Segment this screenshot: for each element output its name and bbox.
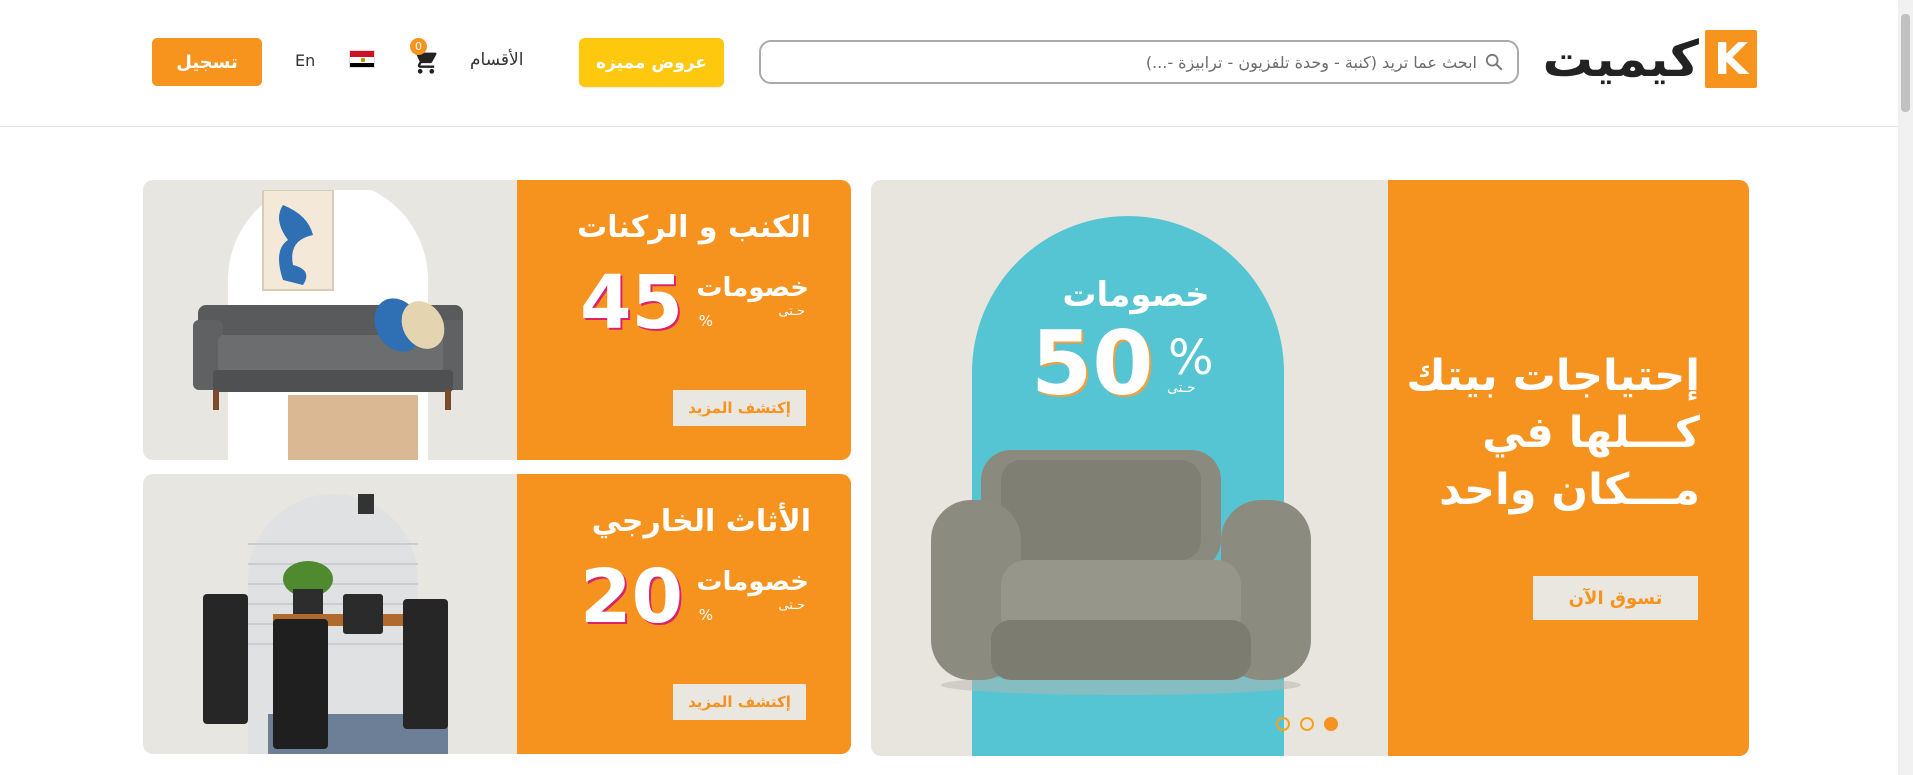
outdoor-dining-set-image bbox=[203, 494, 448, 754]
card-percent-symbol: % bbox=[698, 606, 713, 624]
carousel-dot-2[interactable] bbox=[1300, 717, 1314, 731]
scrollbar-thumb[interactable] bbox=[1901, 14, 1910, 112]
cart-count-badge: 0 bbox=[410, 38, 427, 55]
hero-title-line-2: كـــلها في bbox=[1482, 408, 1700, 458]
hero-title-line-3: مـــكان واحد bbox=[1439, 465, 1700, 515]
promo-card-outdoor[interactable]: الأثاث الخارجي خصومات حـتى 20 % إكتشف ال… bbox=[143, 474, 851, 754]
language-switch[interactable]: En bbox=[295, 51, 315, 70]
discover-more-button[interactable]: إكتشف المزيد bbox=[673, 684, 806, 720]
sofa-image bbox=[193, 190, 463, 460]
card-discount-word: خصومات bbox=[696, 273, 809, 303]
card-discount-word: خصومات bbox=[696, 567, 809, 597]
search-input[interactable] bbox=[797, 52, 1477, 72]
hero-up-to-label: حـتى bbox=[1167, 380, 1196, 396]
hero-orange-panel: إحتياجات بيتك كـــلها في مـــكان واحد تس… bbox=[1388, 180, 1749, 756]
hero-discount-word: خصومات bbox=[1062, 275, 1210, 315]
special-offers-button[interactable]: عروض مميزه bbox=[579, 38, 724, 87]
page-scrollbar[interactable] bbox=[1898, 0, 1913, 775]
armchair-image bbox=[931, 450, 1311, 695]
register-button[interactable]: تسجيل bbox=[152, 38, 262, 86]
site-logo[interactable]: K كيميت bbox=[1532, 28, 1757, 90]
card-percent-symbol: % bbox=[698, 312, 713, 330]
card-up-to-label: حـتى bbox=[778, 598, 805, 613]
card-up-to-label: حـتى bbox=[778, 304, 805, 319]
logo-mark: K bbox=[1705, 30, 1757, 88]
hero-banner[interactable]: خصومات 50 % حـتى إحتياجات بيتك كـــلها ف… bbox=[871, 180, 1749, 756]
site-header: K كيميت عروض مميزه الأقسام 0 En تسجيل bbox=[0, 0, 1898, 127]
card-orange-panel: الأثاث الخارجي خصومات حـتى 20 % إكتشف ال… bbox=[517, 474, 851, 754]
logo-text: كيميت bbox=[1542, 30, 1699, 88]
hero-title-line-1: إحتياجات بيتك bbox=[1406, 351, 1700, 401]
card-orange-panel: الكنب و الركنات خصومات حـتى 45 % إكتشف ا… bbox=[517, 180, 851, 460]
hero-percent-symbol: % bbox=[1168, 330, 1214, 386]
categories-link[interactable]: الأقسام bbox=[470, 50, 523, 70]
card-discount-value: 45 bbox=[580, 260, 683, 346]
card-discount-value: 20 bbox=[580, 554, 683, 640]
search-bar[interactable] bbox=[759, 40, 1519, 84]
card-title: الكنب و الركنات bbox=[577, 210, 811, 245]
hero-title: إحتياجات بيتك كـــلها في مـــكان واحد bbox=[1400, 348, 1700, 519]
carousel-dot-3[interactable] bbox=[1276, 717, 1290, 731]
hero-discount-value: 50 bbox=[1031, 312, 1154, 415]
search-icon[interactable] bbox=[1485, 53, 1503, 71]
promo-card-sofas[interactable]: الكنب و الركنات خصومات حـتى 45 % إكتشف ا… bbox=[143, 180, 851, 460]
carousel-dot-1[interactable] bbox=[1324, 717, 1338, 731]
egypt-flag-icon[interactable] bbox=[349, 50, 375, 68]
card-title: الأثاث الخارجي bbox=[591, 504, 811, 539]
carousel-dots bbox=[1276, 717, 1338, 731]
discover-more-button[interactable]: إكتشف المزيد bbox=[673, 390, 806, 426]
shop-now-button[interactable]: تسوق الآن bbox=[1533, 576, 1698, 620]
